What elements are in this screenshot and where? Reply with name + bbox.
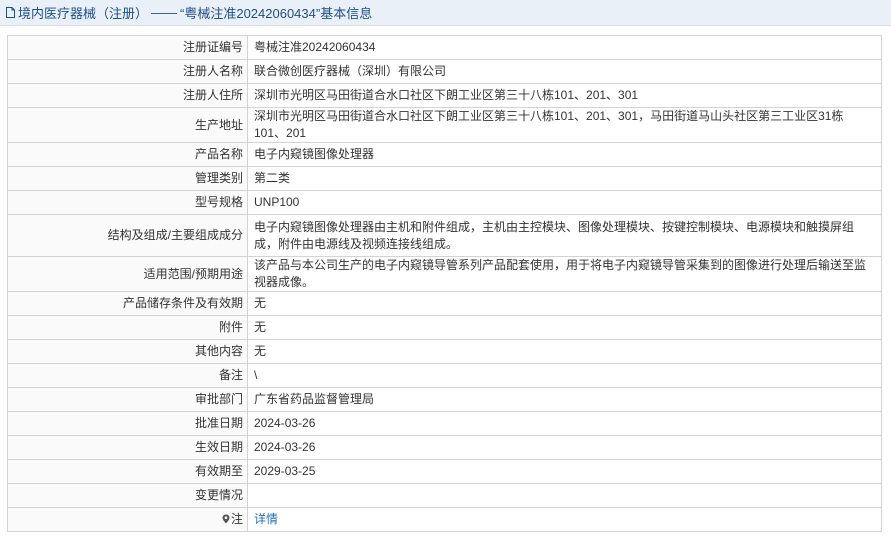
table-row: 审批部门 广东省药品监督管理局: [7, 387, 882, 412]
table-row: 附件 无: [7, 315, 882, 340]
table-row: 产品名称 电子内窥镜图像处理器: [7, 142, 882, 167]
table-row: 有效期至 2029-03-25: [7, 459, 882, 484]
field-label: 备注: [7, 363, 248, 388]
field-label: 结构及组成/主要组成成分: [7, 214, 248, 257]
pin-icon: [222, 514, 230, 524]
table-row: 其他内容 无: [7, 339, 882, 364]
field-value: \: [247, 363, 882, 388]
field-value: 深圳市光明区马田街道合水口社区下朗工业区第三十八栋101、201、301，马田街…: [247, 107, 882, 143]
field-label: 型号规格: [7, 190, 248, 215]
field-label: 注册人名称: [7, 59, 248, 84]
table-row: 产品储存条件及有效期 无: [7, 291, 882, 316]
field-value: UNP100: [247, 190, 882, 215]
field-value: 无: [247, 315, 882, 340]
field-value: 深圳市光明区马田街道合水口社区下朗工业区第三十八栋101、201、301: [247, 83, 882, 108]
field-label: 变更情况: [7, 483, 248, 508]
field-value: 2024-03-26: [247, 435, 882, 460]
field-value: 电子内窥镜图像处理器由主机和附件组成，主机由主控模块、图像处理模块、按键控制模块…: [247, 214, 882, 257]
field-label: 生产地址: [7, 107, 248, 143]
field-label: 适用范围/预期用途: [7, 256, 248, 292]
field-value: 联合微创医疗器械（深圳）有限公司: [247, 59, 882, 84]
table-row: 注册证编号 粤械注准20242060434: [7, 35, 882, 60]
note-label-cell: 注: [7, 507, 248, 532]
table-row: 管理类别 第二类: [7, 166, 882, 191]
title-category: 境内医疗器械（注册）: [18, 6, 149, 21]
table-row: 型号规格 UNP100: [7, 190, 882, 215]
title-separator: ——: [151, 5, 178, 20]
field-label: 审批部门: [7, 387, 248, 412]
field-value: 广东省药品监督管理局: [247, 387, 882, 412]
field-label: 产品名称: [7, 142, 248, 167]
note-label: 注: [230, 512, 243, 526]
note-value-cell: 详情: [247, 507, 882, 532]
field-label: 生效日期: [7, 435, 248, 460]
field-value: [247, 483, 882, 508]
table-row: 生效日期 2024-03-26: [7, 435, 882, 460]
table-row: 变更情况: [7, 483, 882, 508]
field-label: 附件: [7, 315, 248, 340]
field-value: 2029-03-25: [247, 459, 882, 484]
field-label: 注册人住所: [7, 83, 248, 108]
details-link[interactable]: 详情: [254, 512, 278, 526]
table-row: 生产地址 深圳市光明区马田街道合水口社区下朗工业区第三十八栋101、201、30…: [7, 107, 882, 143]
field-label: 管理类别: [7, 166, 248, 191]
field-value: 电子内窥镜图像处理器: [247, 142, 882, 167]
field-value: 第二类: [247, 166, 882, 191]
field-value: 粤械注准20242060434: [247, 35, 882, 60]
field-label: 批准日期: [7, 411, 248, 436]
field-value: 无: [247, 339, 882, 364]
table-row: 结构及组成/主要组成成分 电子内窥镜图像处理器由主机和附件组成，主机由主控模块、…: [7, 214, 882, 257]
note-row: 注 详情: [7, 507, 882, 532]
field-value: 无: [247, 291, 882, 316]
field-label: 注册证编号: [7, 35, 248, 60]
title-subject: “粤械注准20242060434”基本信息: [180, 6, 373, 21]
table-row: 注册人名称 联合微创医疗器械（深圳）有限公司: [7, 59, 882, 84]
field-value: 2024-03-26: [247, 411, 882, 436]
table-row: 批准日期 2024-03-26: [7, 411, 882, 436]
field-label: 其他内容: [7, 339, 248, 364]
field-label: 产品储存条件及有效期: [7, 291, 248, 316]
field-value: 该产品与本公司生产的电子内窥镜导管系列产品配套使用，用于将电子内窥镜导管采集到的…: [247, 256, 882, 292]
table-row: 适用范围/预期用途 该产品与本公司生产的电子内窥镜导管系列产品配套使用，用于将电…: [7, 256, 882, 292]
page-title-bar: 境内医疗器械（注册） —— “粤械注准20242060434”基本信息: [0, 0, 891, 26]
field-label: 有效期至: [7, 459, 248, 484]
table-row: 注册人住所 深圳市光明区马田街道合水口社区下朗工业区第三十八栋101、201、3…: [7, 83, 882, 108]
registration-detail-table: 注册证编号 粤械注准20242060434 注册人名称 联合微创医疗器械（深圳）…: [7, 35, 882, 532]
table-row: 备注 \: [7, 363, 882, 388]
document-icon: [6, 7, 15, 18]
